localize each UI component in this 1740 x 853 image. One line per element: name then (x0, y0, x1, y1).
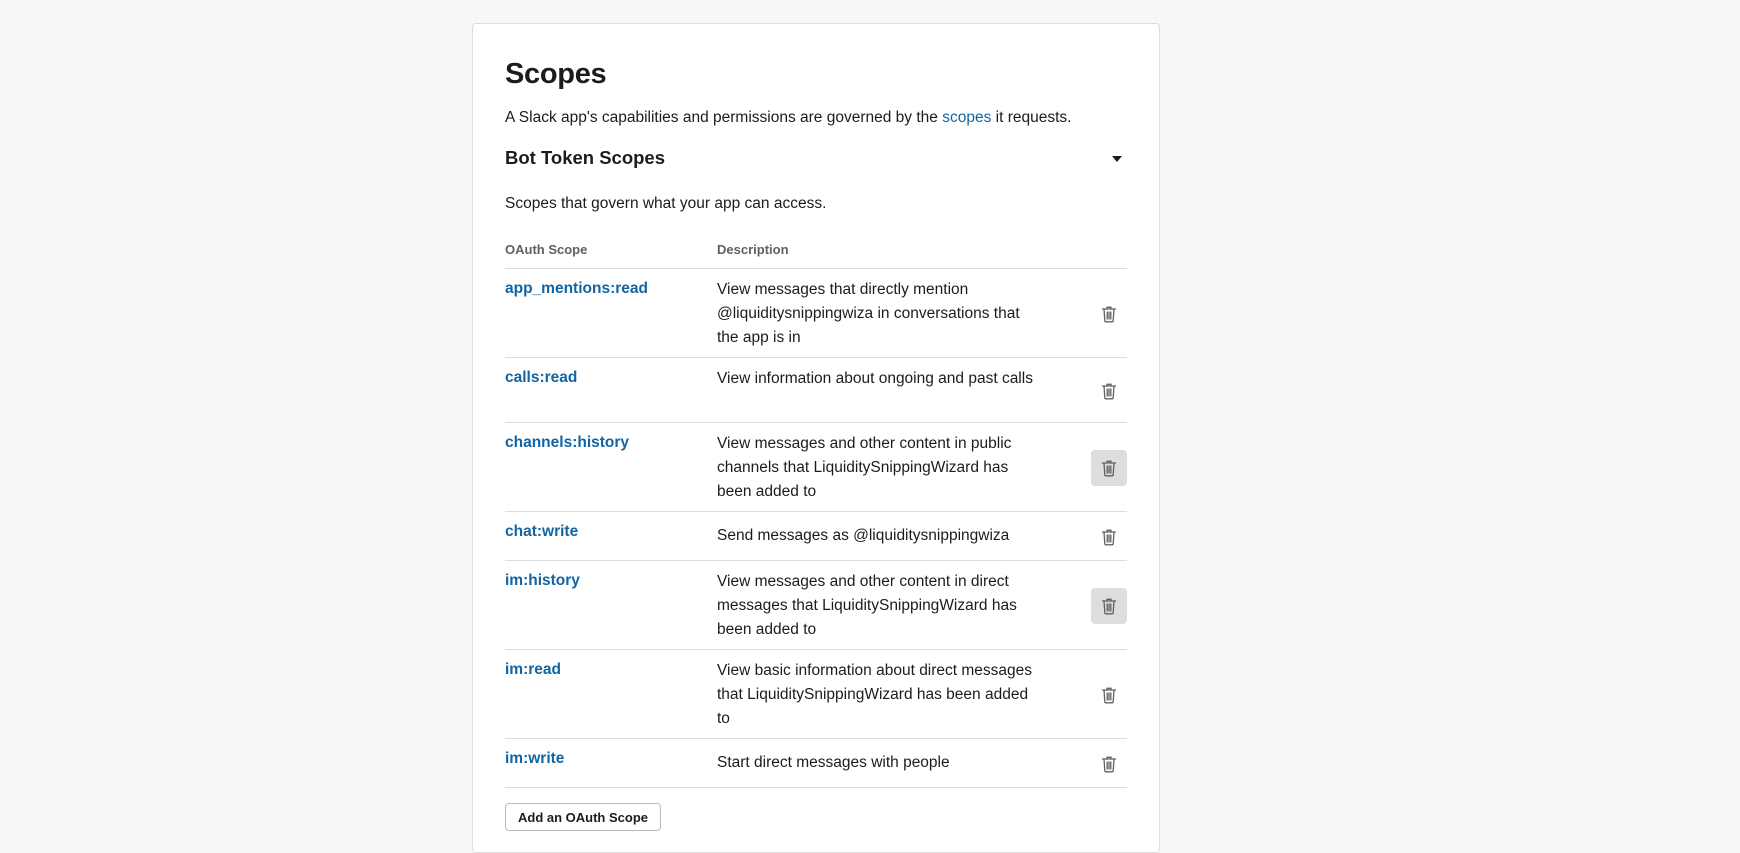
delete-scope-button[interactable] (1091, 296, 1127, 332)
scopes-card: Scopes A Slack app's capabilities and pe… (472, 23, 1160, 853)
column-header-description: Description (717, 242, 789, 257)
scope-description: View information about ongoing and past … (717, 370, 1033, 387)
scope-name-link[interactable]: app_mentions:read (505, 278, 648, 300)
column-header-oauth-scope: OAuth Scope (505, 242, 588, 257)
page-title: Scopes (505, 58, 607, 90)
bot-token-scopes-subtitle: Scopes that govern what your app can acc… (505, 195, 827, 212)
delete-scope-button[interactable] (1091, 746, 1127, 782)
add-oauth-scope-button[interactable]: Add an OAuth Scope (505, 803, 661, 831)
scope-name-link[interactable]: calls:read (505, 367, 577, 389)
trash-icon (1101, 382, 1117, 400)
table-header: OAuth Scope Description (505, 238, 1127, 269)
scope-name-link[interactable]: im:write (505, 748, 564, 770)
trash-icon (1101, 597, 1117, 615)
table-body: app_mentions:read View messages that dire… (505, 269, 1127, 788)
table-row: im:read View basic information about dire… (505, 650, 1127, 739)
scopes-table: OAuth Scope Description app_mentions:rea… (505, 238, 1127, 788)
delete-scope-button[interactable] (1091, 373, 1127, 409)
table-row: app_mentions:read View messages that dire… (505, 269, 1127, 358)
scope-description: Start direct messages with people (717, 754, 950, 771)
table-row: calls:read View information about ongoing… (505, 358, 1127, 423)
scope-name-link[interactable]: im:history (505, 570, 580, 592)
scope-description: View messages that directly mention @liq… (717, 281, 1020, 346)
table-row: im:write Start direct messages with peopl… (505, 739, 1127, 788)
table-row: im:history View messages and other conten… (505, 561, 1127, 650)
scope-name-link[interactable]: chat:write (505, 521, 578, 543)
bot-token-scopes-title: Bot Token Scopes (505, 147, 666, 168)
trash-icon (1101, 305, 1117, 323)
trash-icon (1101, 686, 1117, 704)
delete-scope-button[interactable] (1091, 450, 1127, 486)
scope-description: View messages and other content in direc… (717, 573, 1017, 638)
caret-down-icon[interactable] (1107, 152, 1127, 166)
trash-icon (1101, 755, 1117, 773)
table-row: chat:write Send messages as @liquiditysni… (505, 512, 1127, 561)
delete-scope-button[interactable] (1091, 677, 1127, 713)
intro-text: A Slack app's capabilities and permissio… (505, 107, 1071, 129)
delete-scope-button[interactable] (1091, 588, 1127, 624)
scope-description: View basic information about direct mess… (717, 662, 1033, 727)
scope-description: Send messages as @liquiditysnippingwiza (717, 527, 1010, 544)
trash-icon (1101, 528, 1117, 546)
scopes-link[interactable]: scopes (942, 109, 991, 126)
intro-text-end: it requests. (991, 109, 1072, 126)
scope-description: View messages and other content in publi… (717, 435, 1012, 500)
scope-name-link[interactable]: channels:history (505, 432, 629, 454)
table-row: channels:history View messages and other … (505, 423, 1127, 512)
trash-icon (1101, 459, 1117, 477)
delete-scope-button[interactable] (1091, 519, 1127, 555)
intro-text-start: A Slack app's capabilities and permissio… (505, 109, 943, 126)
scope-name-link[interactable]: im:read (505, 659, 561, 681)
